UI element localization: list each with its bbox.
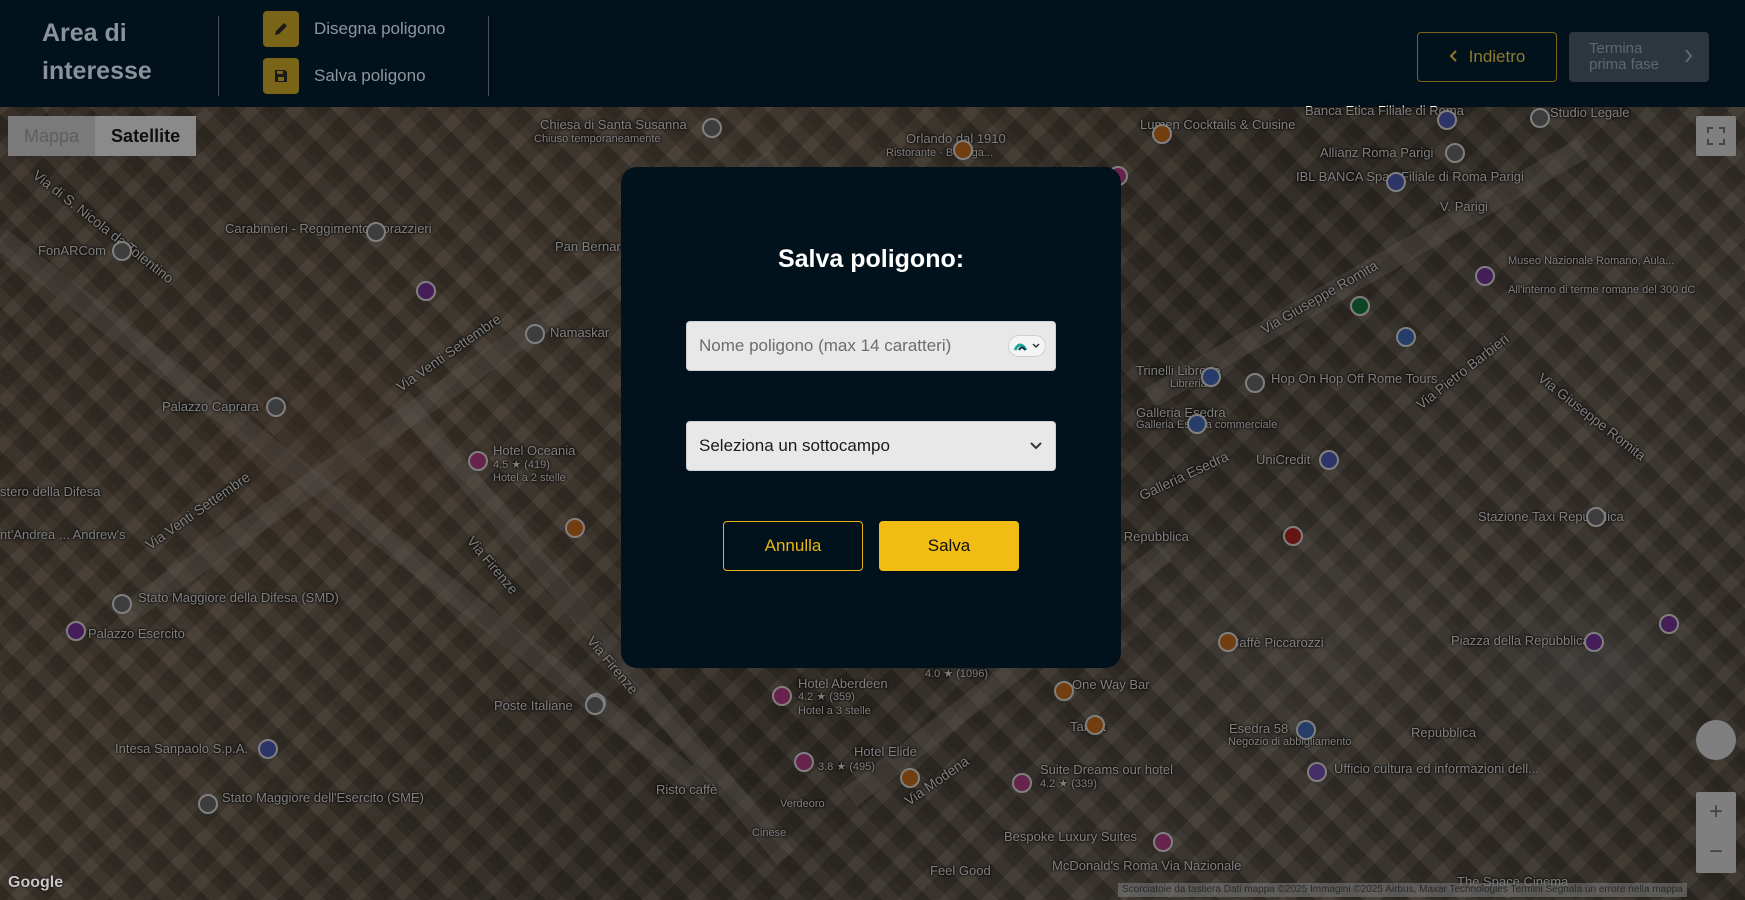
back-button[interactable]: Indietro [1417,32,1557,82]
save-polygon-button[interactable] [263,58,299,94]
subfield-select-value: Seleziona un sottocampo [699,436,890,455]
draw-polygon-label: Disegna poligono [314,19,446,38]
top-bar: Area di interesse Disegna poligono Salva… [0,0,1745,107]
floppy-disk-icon [275,70,287,82]
divider [218,16,219,96]
save-polygon-label: Salva poligono [314,66,426,85]
map-type-control: Mappa Satellite [8,116,197,156]
finish-first-phase-button[interactable]: Termina prima fase [1569,32,1709,82]
zoom-in-button[interactable]: + [1696,792,1736,832]
fullscreen-icon [1707,127,1725,145]
google-logo: Google [8,874,64,891]
zoom-control: + − [1696,792,1736,873]
draw-polygon-button[interactable] [263,11,299,47]
zoom-out-button[interactable]: − [1696,832,1736,872]
camera-control-button[interactable] [1696,720,1736,760]
map-type-satellite-button[interactable]: Satellite [95,116,197,156]
chevron-right-icon [1683,49,1693,67]
save-polygon-dialog: Salva poligono: Seleziona un sottocampo … [621,167,1121,668]
pencil-icon [275,23,287,35]
chevron-left-icon [1449,47,1459,67]
map-attribution[interactable]: Scorciatoie da tastiera Dati mappa ©2025… [1118,883,1687,897]
page-title: Area di interesse [42,19,152,85]
fullscreen-button[interactable] [1696,116,1736,156]
cancel-button[interactable]: Annulla [723,521,863,571]
subfield-select[interactable]: Seleziona un sottocampo [686,421,1056,471]
password-manager-icon[interactable] [1008,335,1046,357]
divider [488,16,489,96]
chevron-down-icon [1030,442,1042,450]
polygon-name-input[interactable] [686,321,1056,371]
back-label: Indietro [1468,47,1526,66]
map-type-map-button[interactable]: Mappa [8,116,96,156]
save-button[interactable]: Salva [879,521,1019,571]
dialog-title: Salva poligono: [777,245,965,273]
save-polygon-tool[interactable]: Salva poligono [263,58,426,94]
draw-polygon-tool[interactable]: Disegna poligono [263,11,445,47]
